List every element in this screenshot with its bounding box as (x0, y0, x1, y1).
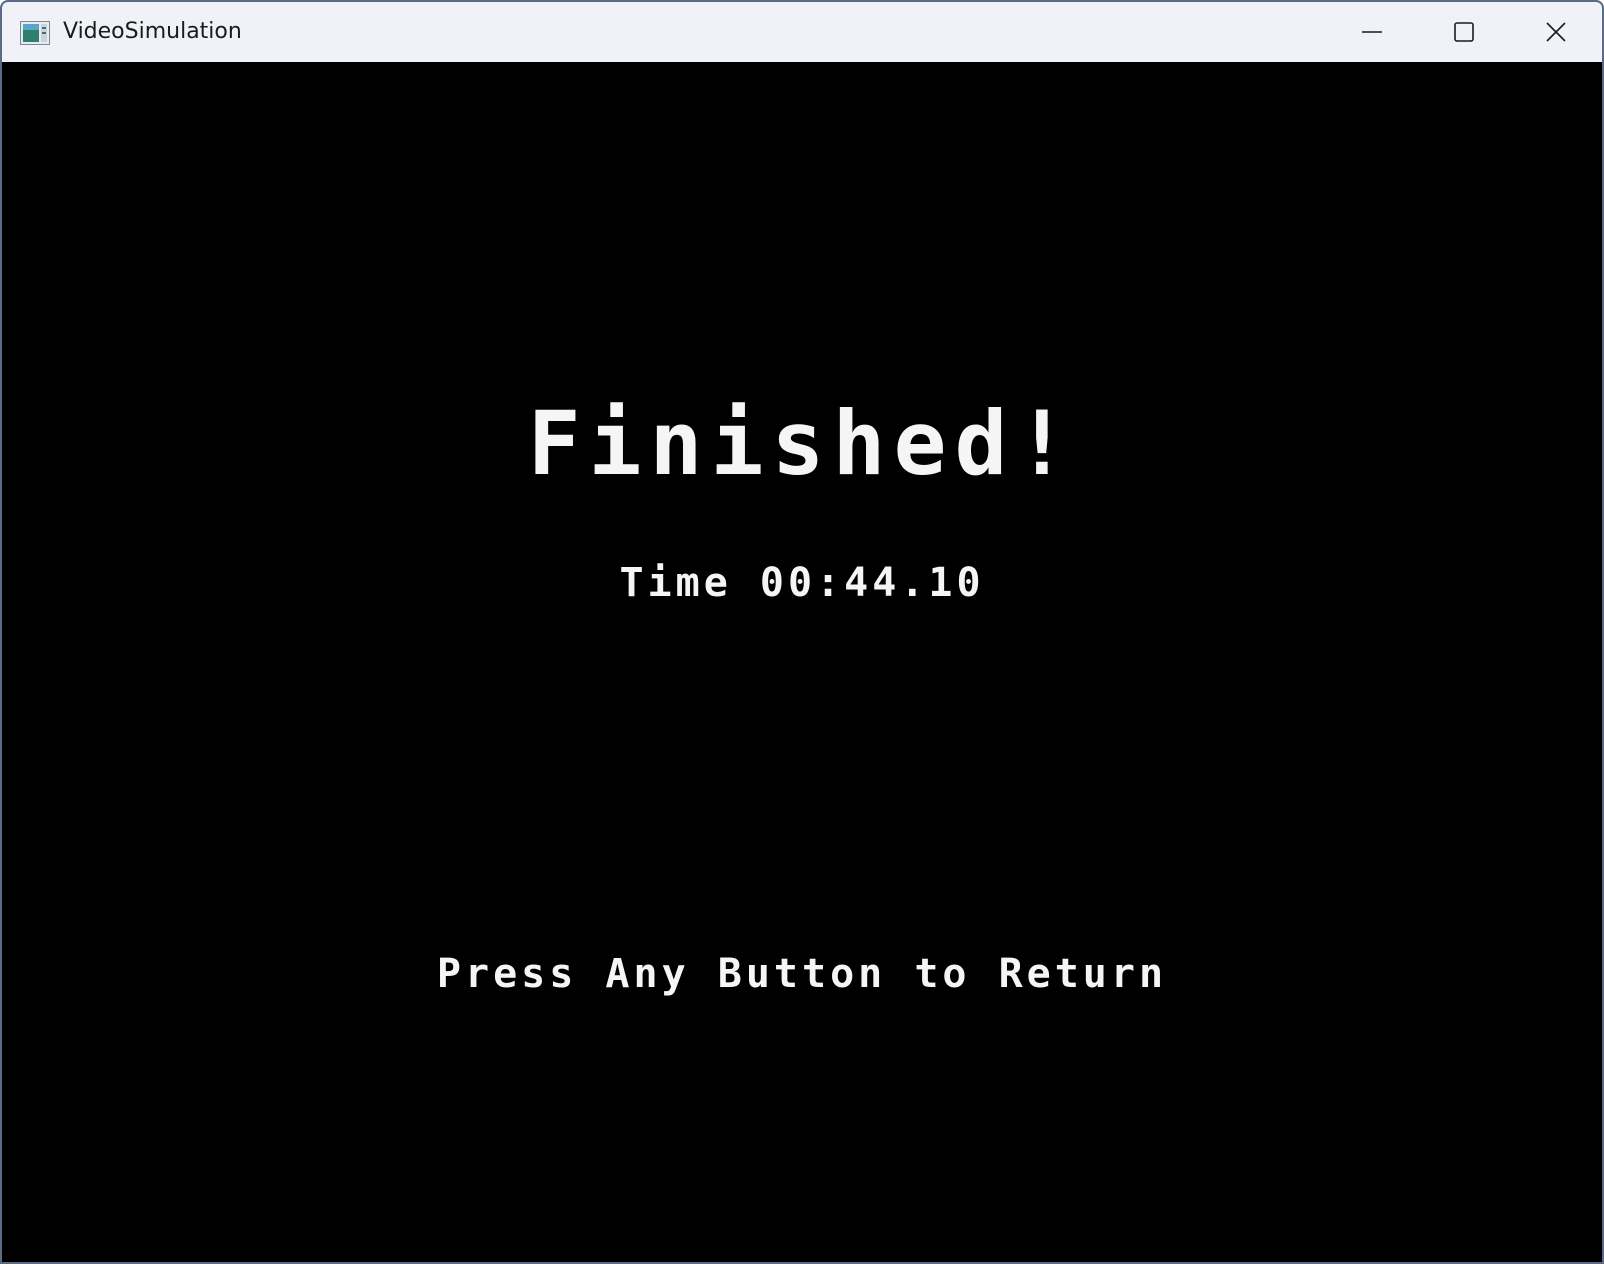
time-value: 00:44.10 (759, 560, 985, 606)
minimize-icon (1362, 31, 1382, 33)
return-prompt: Press Any Button to Return (436, 951, 1168, 997)
finished-headline: Finished! (527, 392, 1077, 495)
maximize-icon (1454, 22, 1474, 42)
application-window-icon (20, 21, 50, 45)
game-viewport[interactable]: Finished! Time 00:44.10 Press Any Button… (2, 62, 1602, 1262)
window-title: VideoSimulation (63, 19, 242, 44)
finish-time: Time 00:44.10 (2, 558, 1602, 608)
minimize-button[interactable] (1326, 2, 1418, 62)
close-button[interactable] (1510, 2, 1602, 62)
close-icon (1546, 22, 1566, 42)
time-label: Time (619, 560, 732, 606)
title-bar[interactable]: VideoSimulation (2, 2, 1602, 62)
app-window: VideoSimulation Finished! Time 00:44.10 … (0, 0, 1604, 1264)
maximize-button[interactable] (1418, 2, 1510, 62)
